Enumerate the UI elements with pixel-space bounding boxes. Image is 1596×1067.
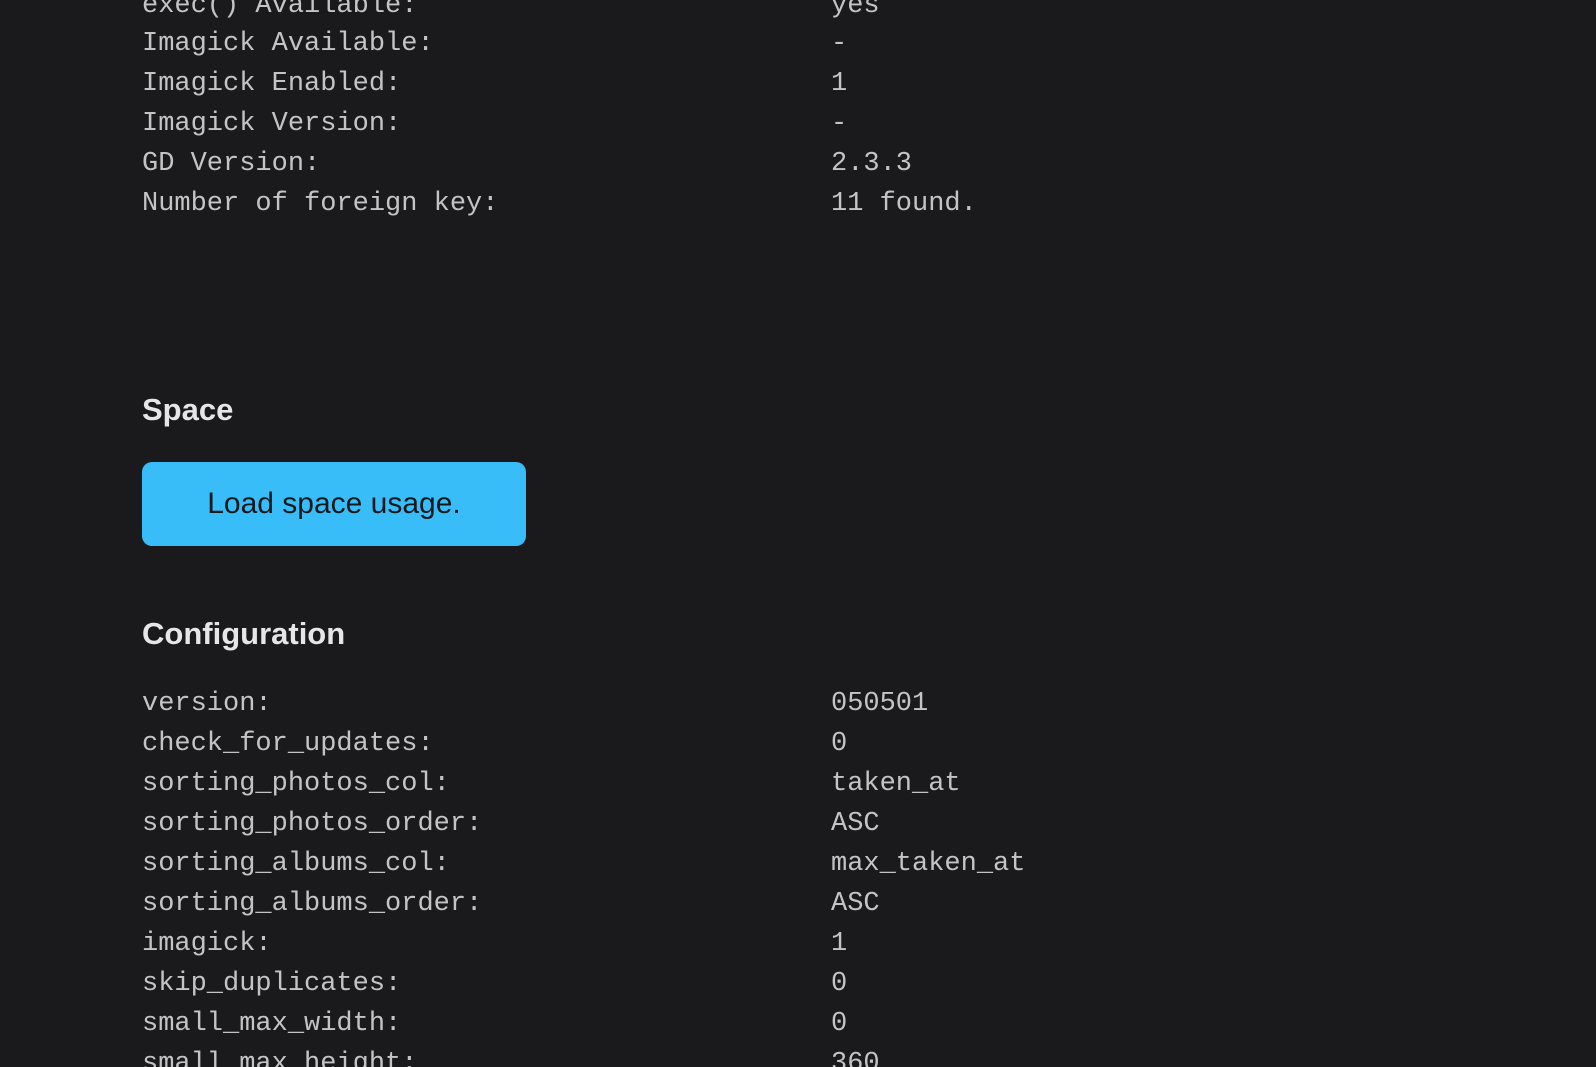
diag-value: 1 xyxy=(831,69,848,99)
diag-value: yes xyxy=(831,0,880,21)
config-value: 0 xyxy=(831,729,848,759)
config-row-sorting-photos-order: sorting_photos_order: ASC xyxy=(142,804,1442,844)
diag-value: 2.3.3 xyxy=(831,149,913,179)
diag-key: GD Version: xyxy=(142,149,321,179)
config-value: 0 xyxy=(831,969,848,999)
config-key: skip_duplicates: xyxy=(142,969,402,999)
config-row-small-max-height: small_max_height: 360 xyxy=(142,1044,1442,1067)
config-key: small_max_height: xyxy=(142,1049,418,1067)
diagnostics-page: exec() Available: yes Imagick Available:… xyxy=(0,0,1596,1067)
config-value: 360 xyxy=(831,1049,880,1067)
config-key: sorting_albums_col: xyxy=(142,849,450,879)
diag-value: 11 found. xyxy=(831,189,977,219)
config-key: imagick: xyxy=(142,929,272,959)
diag-key: Imagick Enabled: xyxy=(142,69,402,99)
diag-row-imagick-available: Imagick Available: - xyxy=(142,24,1442,64)
config-key: sorting_photos_order: xyxy=(142,809,483,839)
diag-row-imagick-enabled: Imagick Enabled: 1 xyxy=(142,64,1442,104)
config-row-imagick: imagick: 1 xyxy=(142,924,1442,964)
config-row-version: version: 050501 xyxy=(142,684,1442,724)
config-key: sorting_albums_order: xyxy=(142,889,483,919)
config-row-sorting-albums-order: sorting_albums_order: ASC xyxy=(142,884,1442,924)
diag-key: Imagick Version: xyxy=(142,109,402,139)
diag-key: Imagick Available: xyxy=(142,29,434,59)
config-value: 1 xyxy=(831,929,848,959)
diag-row-imagick-version: Imagick Version: - xyxy=(142,104,1442,144)
diag-row-foreign-keys: Number of foreign key: 11 found. xyxy=(142,184,1442,224)
configuration-heading: Configuration xyxy=(142,616,346,651)
config-value: max_taken_at xyxy=(831,849,1026,879)
config-row-small-max-width: small_max_width: 0 xyxy=(142,1004,1442,1044)
space-heading: Space xyxy=(142,392,234,427)
diag-key: Number of foreign key: xyxy=(142,189,499,219)
diag-row-gd-version: GD Version: 2.3.3 xyxy=(142,144,1442,184)
config-value: 0 xyxy=(831,1009,848,1039)
diag-value: - xyxy=(831,29,848,59)
config-key: check_for_updates: xyxy=(142,729,434,759)
config-value: taken_at xyxy=(831,769,961,799)
diag-key: exec() Available: xyxy=(142,0,418,21)
config-row-sorting-photos-col: sorting_photos_col: taken_at xyxy=(142,764,1442,804)
load-space-usage-button[interactable]: Load space usage. xyxy=(142,462,526,546)
config-key: sorting_photos_col: xyxy=(142,769,450,799)
config-value: ASC xyxy=(831,809,880,839)
config-row-sorting-albums-col: sorting_albums_col: max_taken_at xyxy=(142,844,1442,884)
config-row-skip-duplicates: skip_duplicates: 0 xyxy=(142,964,1442,1004)
config-key: small_max_width: xyxy=(142,1009,402,1039)
diag-value: - xyxy=(831,109,848,139)
config-key: version: xyxy=(142,689,272,719)
diag-row-exec: exec() Available: yes xyxy=(142,0,1442,26)
config-value: ASC xyxy=(831,889,880,919)
config-value: 050501 xyxy=(831,689,929,719)
config-row-check-for-updates: check_for_updates: 0 xyxy=(142,724,1442,764)
